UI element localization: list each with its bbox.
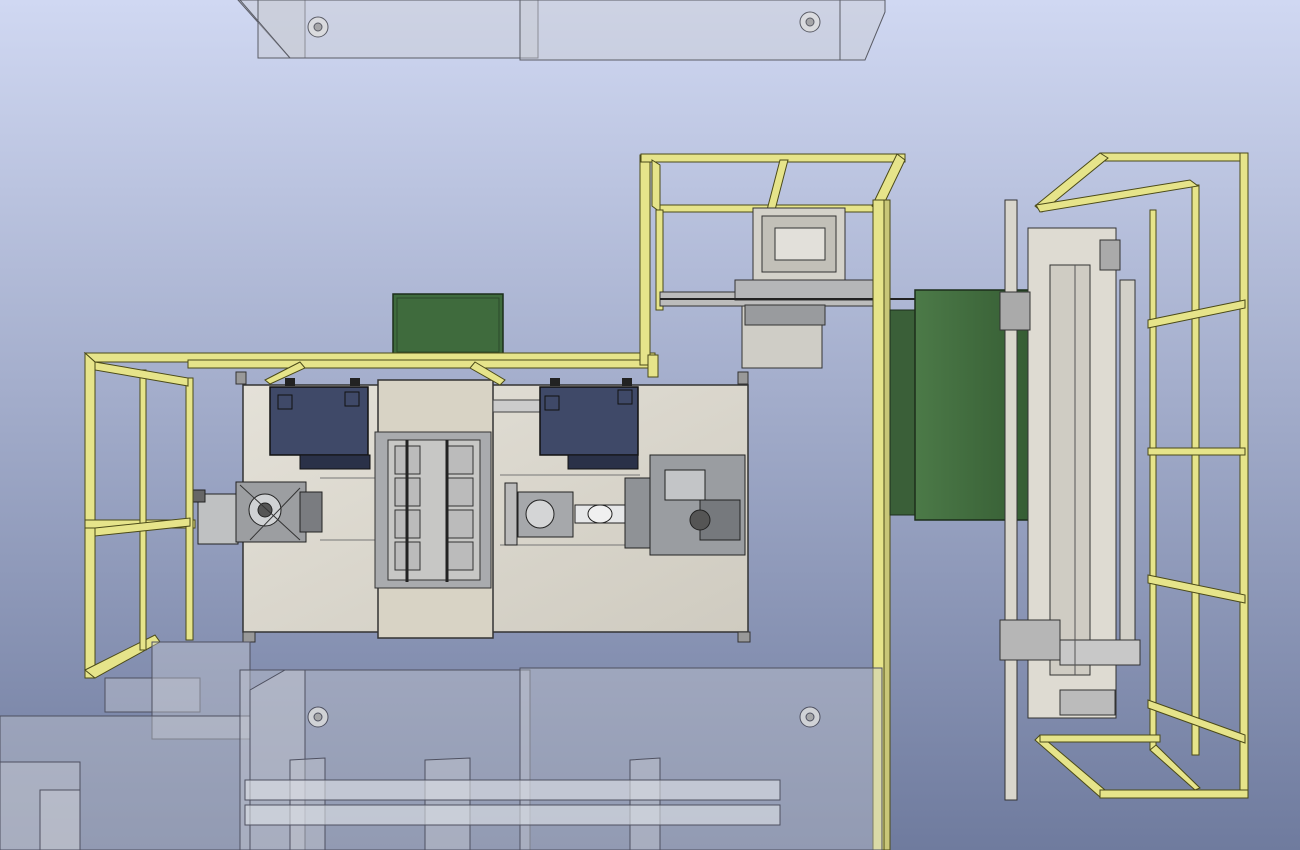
cad-viewport[interactable]	[0, 0, 1300, 850]
top-transparent-fixture[interactable]	[0, 0, 886, 61]
right-controller-cabinet[interactable]	[539, 378, 639, 470]
left-controller-cabinet[interactable]	[269, 378, 371, 470]
part-fixture-tray[interactable]	[374, 431, 492, 589]
cad-scene[interactable]	[0, 0, 1300, 850]
green-top-box[interactable]	[392, 293, 504, 357]
